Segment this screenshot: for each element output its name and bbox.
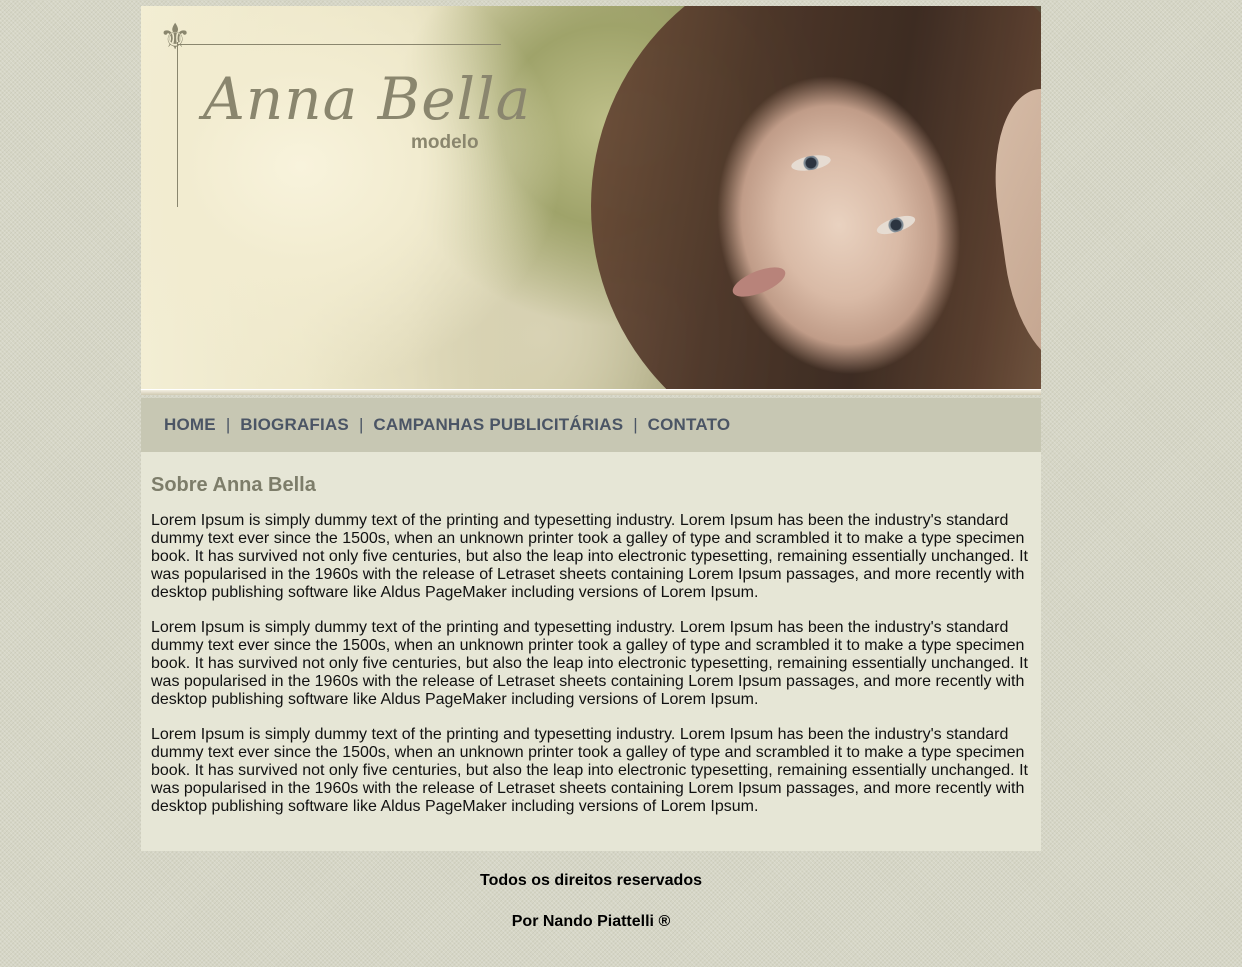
footer-author: Por Nando Piattelli ® (511, 913, 671, 930)
nav-link-campanhas[interactable]: CAMPANHAS PUBLICITÁRIAS (373, 415, 623, 435)
nav-link-contato[interactable]: CONTATO (648, 415, 731, 435)
body-paragraph: Lorem Ipsum is simply dummy text of the … (151, 619, 1028, 708)
header-banner: ⚜ Anna Bella modelo (141, 6, 1041, 395)
banner-bottom-border (141, 389, 1041, 395)
page-container: ⚜ Anna Bella modelo HOME | BIOGRAFIAS | … (141, 6, 1041, 954)
nav-link-biografias[interactable]: BIOGRAFIAS (240, 415, 349, 435)
nav-separator: | (633, 415, 638, 434)
logo-frame-line (177, 42, 178, 207)
body-paragraph: Lorem Ipsum is simply dummy text of the … (151, 512, 1028, 601)
main-nav: HOME | BIOGRAFIAS | CAMPANHAS PUBLICITÁR… (141, 398, 1041, 452)
nav-separator: | (225, 415, 231, 434)
logo-subtitle: modelo (411, 132, 479, 153)
page-title: Sobre Anna Bella (151, 474, 316, 496)
logo-name: Anna Bella (203, 65, 532, 133)
body-paragraph: Lorem Ipsum is simply dummy text of the … (151, 726, 1028, 815)
nav-link-home[interactable]: HOME (164, 415, 216, 435)
footer-rights: Todos os direitos reservados (480, 872, 702, 889)
footer: Todos os direitos reservados Por Nando P… (141, 851, 1041, 931)
fleur-de-lis-icon: ⚜ (159, 17, 192, 58)
nav-separator: | (358, 415, 364, 434)
main-content: Sobre Anna Bella Lorem Ipsum is simply d… (141, 452, 1041, 851)
logo-frame-line (177, 44, 501, 45)
